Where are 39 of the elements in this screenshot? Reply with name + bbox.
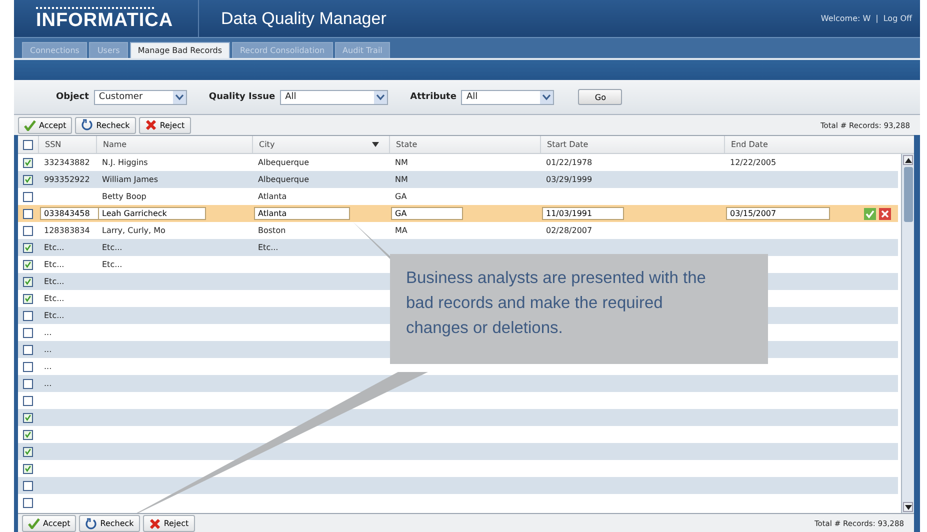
table-cell: MA	[395, 226, 408, 235]
table-cell: Etc...	[102, 260, 122, 269]
app-title: Data Quality Manager	[221, 8, 386, 28]
filter-label: Object	[56, 92, 89, 102]
table-cell: NM	[395, 175, 408, 184]
welcome-text: Welcome: W	[820, 14, 871, 23]
table-cell: ...	[44, 328, 52, 337]
table-cell: Atlanta	[258, 192, 287, 201]
table-cell: Etc...	[102, 243, 122, 252]
table-cell: 12/22/2005	[730, 158, 776, 167]
table-cell: 993352922	[44, 175, 90, 184]
table-cell: GA	[395, 192, 407, 201]
table-cell: William James	[102, 175, 158, 184]
table-cell: 128383834	[44, 226, 90, 235]
table-cell: NM	[395, 158, 408, 167]
table-cell: 03/29/1999	[546, 175, 592, 184]
filter-label: Quality Issue	[208, 92, 276, 102]
table-cell: 02/28/2007	[546, 226, 592, 235]
table-cell: Albequerque	[258, 175, 309, 184]
table-cell: Etc...	[44, 311, 64, 320]
separator-text: |	[876, 14, 878, 23]
filter-label: Attribute	[410, 92, 456, 102]
logo-text: INFORMATICA	[36, 10, 174, 30]
table-cell: ...	[44, 362, 52, 371]
table-cell: Etc...	[44, 243, 64, 252]
table-cell: Etc...	[258, 243, 278, 252]
table-cell: 01/22/1978	[546, 158, 592, 167]
table-cell: ...	[44, 379, 52, 388]
table-cell: Albequerque	[258, 158, 309, 167]
table-cell: Larry, Curly, Mo	[102, 226, 166, 235]
table-cell: N.J. Higgins	[102, 158, 148, 167]
table-cell: Etc...	[44, 260, 64, 269]
callout-tooltip: Business analysts are presented with the bad records and make the required changes or deletions.	[390, 254, 768, 364]
table-cell: Betty Boop	[102, 192, 146, 201]
table-cell: Etc...	[44, 294, 64, 303]
table-cell: Boston	[258, 226, 286, 235]
table-cell: ...	[44, 345, 52, 354]
table-cell: Etc...	[44, 277, 64, 286]
table-cell: 332343882	[44, 158, 90, 167]
